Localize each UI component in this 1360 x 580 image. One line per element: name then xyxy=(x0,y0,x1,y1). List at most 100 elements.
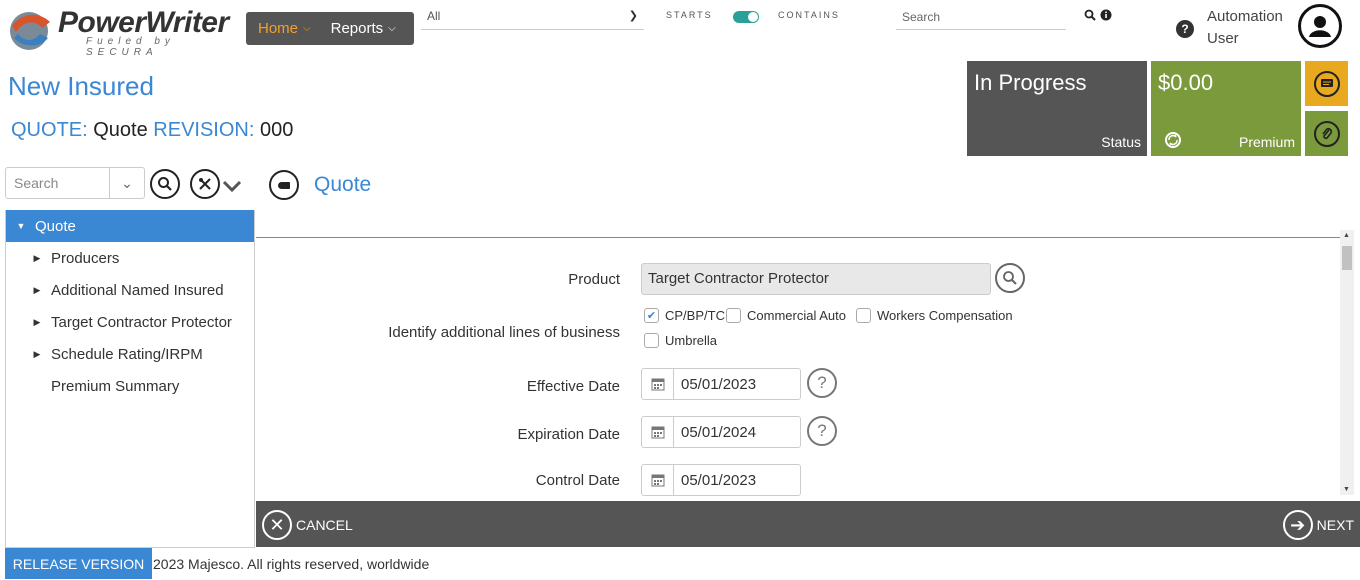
page-title: New Insured xyxy=(8,71,154,101)
toggle-starts-label: STARTS xyxy=(666,10,713,20)
user-name[interactable]: Automation User xyxy=(1207,6,1283,50)
sidebar-item-producers[interactable]: ▶ Producers xyxy=(6,242,254,274)
avatar[interactable] xyxy=(1298,4,1342,48)
calendar-icon[interactable] xyxy=(642,465,674,495)
sidebar-item-label: Quote xyxy=(35,217,76,235)
section-title: Quote xyxy=(314,173,372,196)
lines-label: Identify additional lines of business xyxy=(388,324,620,341)
checkbox-commercial-auto[interactable]: Commercial Auto xyxy=(726,308,846,323)
sidebar-item-label: Additional Named Insured xyxy=(51,281,224,299)
chevron-down-icon: ❯ xyxy=(628,10,638,22)
main-nav: Home ⌵ Reports ⌵ xyxy=(246,12,414,45)
search-scope-value: All xyxy=(427,9,441,23)
premium-label: Premium xyxy=(1238,134,1295,150)
brand-tagline: Fueled by SECURA xyxy=(86,36,175,58)
status-label: Status xyxy=(1101,134,1141,150)
nav-reports[interactable]: Reports ⌵ xyxy=(319,20,404,37)
nav-home-label: Home xyxy=(258,20,299,37)
sidebar-item-quote[interactable]: ▼ Quote xyxy=(6,210,254,242)
messages-button[interactable] xyxy=(1305,61,1348,106)
header-search-actions xyxy=(1084,9,1112,21)
chevron-down-icon: ⌵ xyxy=(303,23,311,34)
checkbox-box xyxy=(726,308,741,323)
checkbox-label: Commercial Auto xyxy=(747,308,846,323)
tools-button[interactable] xyxy=(190,169,220,199)
quote-revision-line: QUOTE: Quote REVISION: 000 xyxy=(11,119,293,142)
search-scope-select[interactable]: All ❯ xyxy=(421,6,644,30)
effective-date-label: Effective Date xyxy=(526,378,620,395)
action-bar: ✕ CANCEL ➔ NEXT xyxy=(256,501,1360,547)
sidebar-item-label: Premium Summary xyxy=(51,377,180,395)
search-icon xyxy=(1003,271,1017,285)
refresh-icon[interactable] xyxy=(1164,131,1182,149)
calendar-icon[interactable] xyxy=(642,417,674,447)
form-scrollbar[interactable]: ▲ ▼ xyxy=(1340,230,1354,495)
paperclip-icon xyxy=(1321,127,1332,139)
quote-form: Product Target Contractor Protector Iden… xyxy=(256,238,1340,500)
brand-name: PowerWriter xyxy=(58,6,229,39)
search-icon[interactable] xyxy=(1084,9,1096,21)
scroll-up-icon[interactable]: ▲ xyxy=(1343,232,1350,239)
sidebar-item-premium-summary[interactable]: Premium Summary xyxy=(6,370,254,402)
cancel-button[interactable]: ✕ CANCEL xyxy=(262,510,353,540)
quote-value: Quote xyxy=(93,119,148,141)
match-mode-toggle[interactable] xyxy=(733,11,759,23)
nav-reports-label: Reports xyxy=(330,20,384,37)
status-value: In Progress xyxy=(974,70,1087,95)
quote-key: QUOTE: xyxy=(11,119,88,141)
info-icon[interactable] xyxy=(1100,9,1112,21)
checkbox-umbrella[interactable]: Umbrella xyxy=(644,333,717,348)
premium-value: $0.00 xyxy=(1158,70,1214,95)
user-icon xyxy=(1309,16,1331,37)
expiration-date-value: 05/01/2024 xyxy=(681,423,757,441)
sidebar-item-label: Producers xyxy=(51,249,120,267)
release-version-button[interactable]: RELEASE VERSION xyxy=(5,548,152,579)
caret-right-icon: ▶ xyxy=(33,284,41,295)
attachments-button[interactable] xyxy=(1305,111,1348,156)
sidebar-search-input[interactable]: Search ⌄ xyxy=(5,167,145,199)
scroll-down-icon[interactable]: ▼ xyxy=(1343,486,1350,493)
sidebar-item-target-contractor-protector[interactable]: ▶ Target Contractor Protector xyxy=(6,306,254,338)
tag-icon xyxy=(278,181,290,189)
user-first-name: Automation xyxy=(1207,8,1283,25)
brand-logo[interactable]: PowerWriter Fueled by SECURA xyxy=(6,6,238,58)
next-label: NEXT xyxy=(1316,517,1354,533)
tools-icon xyxy=(199,178,211,190)
calendar-icon[interactable] xyxy=(642,369,674,399)
sidebar-tree: ▼ Quote ▶ Producers ▶ Additional Named I… xyxy=(5,210,255,548)
checkbox-box xyxy=(856,308,871,323)
help-icon[interactable]: ? xyxy=(807,416,837,446)
caret-down-icon: ▼ xyxy=(16,221,26,231)
toggle-contains-label: CONTAINS xyxy=(778,10,840,20)
logo-globe-icon xyxy=(10,12,50,50)
product-search-button[interactable] xyxy=(995,263,1025,293)
chevron-down-icon[interactable]: ⌄ xyxy=(110,175,144,192)
arrow-right-icon: ➔ xyxy=(1282,510,1313,540)
checkbox-label: Umbrella xyxy=(665,333,718,348)
sidebar-item-additional-named-insured[interactable]: ▶ Additional Named Insured xyxy=(6,274,254,306)
next-button[interactable]: ➔ NEXT xyxy=(1282,510,1354,540)
revision-key: REVISION: xyxy=(153,119,255,141)
control-date-value: 05/01/2023 xyxy=(681,471,757,489)
sidebar-search-button[interactable] xyxy=(150,169,180,199)
checkbox-workers-compensation[interactable]: Workers Compensation xyxy=(856,308,1013,323)
sidebar-search-placeholder: Search xyxy=(6,168,110,198)
help-icon[interactable]: ? xyxy=(807,368,837,398)
chevron-down-icon[interactable] xyxy=(222,180,242,192)
checkbox-cp-bp-tc[interactable]: ✔ CP/BP/TC xyxy=(644,308,725,323)
effective-date-value: 05/01/2023 xyxy=(681,375,757,393)
control-date-field[interactable]: 05/01/2023 xyxy=(641,464,801,496)
check-icon: ✔ xyxy=(644,308,659,323)
search-icon xyxy=(158,177,172,191)
collapse-section-button[interactable] xyxy=(269,170,299,200)
sidebar-item-schedule-rating[interactable]: ▶ Schedule Rating/IRPM xyxy=(6,338,254,370)
effective-date-field[interactable]: 05/01/2023 xyxy=(641,368,801,400)
header-search-input[interactable]: Search xyxy=(896,6,1066,30)
caret-right-icon: ▶ xyxy=(33,348,41,359)
help-icon[interactable]: ? xyxy=(1176,20,1194,38)
caret-right-icon: ▶ xyxy=(33,252,41,263)
chevron-down-icon: ⌵ xyxy=(388,23,396,34)
nav-home[interactable]: Home ⌵ xyxy=(246,20,319,37)
scroll-thumb[interactable] xyxy=(1342,246,1352,270)
expiration-date-field[interactable]: 05/01/2024 xyxy=(641,416,801,448)
